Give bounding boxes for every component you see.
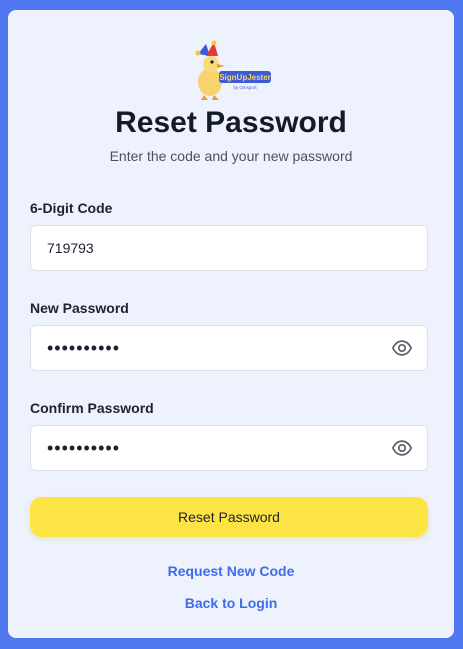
confirm-password-field[interactable]: [30, 425, 428, 471]
new-password-field[interactable]: [30, 325, 428, 371]
confirm-password-label: Confirm Password: [30, 400, 154, 416]
code-label: 6-Digit Code: [30, 200, 113, 216]
new-password-input[interactable]: [31, 326, 391, 370]
eye-icon[interactable]: [391, 437, 413, 459]
request-new-code-link[interactable]: Request New Code: [8, 563, 454, 579]
signupjester-logo: SignUpJester by Omsport: [195, 40, 271, 100]
page-subtitle: Enter the code and your new password: [109, 148, 353, 164]
reset-password-button[interactable]: Reset Password: [30, 497, 428, 537]
reset-password-card: SignUpJester by Omsport Reset Password E…: [8, 10, 454, 638]
logo-brand-text: SignUpJester: [219, 73, 271, 82]
back-to-login-link[interactable]: Back to Login: [8, 595, 454, 611]
code-field[interactable]: [30, 225, 428, 271]
confirm-password-input[interactable]: [31, 426, 391, 470]
new-password-label: New Password: [30, 300, 129, 316]
eye-icon[interactable]: [391, 337, 413, 359]
code-input[interactable]: [31, 226, 427, 270]
logo-byline-text: by Omsport: [233, 85, 257, 90]
page-title: Reset Password: [115, 106, 347, 139]
